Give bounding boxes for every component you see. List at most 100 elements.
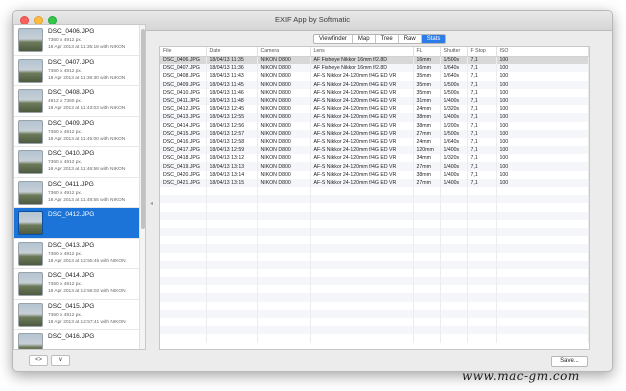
split-view-handle[interactable]: ◂	[150, 200, 153, 207]
thumbnail-item[interactable]: DSC_0416.JPG	[14, 330, 140, 349]
table-cell	[257, 236, 311, 245]
table-cell	[160, 244, 207, 253]
table-cell	[160, 236, 207, 245]
thumbnail-item[interactable]: DSC_0412.JPG	[14, 208, 140, 239]
photo-thumbnail	[18, 211, 43, 235]
thumbnail-item[interactable]: DSC_0414.JPG 7360 x 4912 px. 18 Apr 2013 a…	[14, 269, 140, 300]
column-header[interactable]: Date	[206, 47, 258, 57]
save-button[interactable]: Save...	[551, 356, 588, 367]
column-header[interactable]: File	[160, 47, 207, 57]
sort-menu-button[interactable]: ∨	[51, 355, 70, 366]
thumbnail-item[interactable]: DSC_0409.JPG 7360 x 4912 px. 18 Apr 2013 a…	[14, 117, 140, 147]
window-title: EXIF App by Softmatic	[274, 15, 351, 24]
table-cell: AF Fisheye Nikkor 16mm f/2.8D	[310, 64, 414, 73]
tab-map[interactable]: Map	[353, 35, 376, 43]
table-row[interactable]: DSC_0418.JPG 18/04/13 13:12 NIKON D800 AF-S…	[160, 154, 589, 163]
table-cell: NIKON D800	[257, 96, 311, 106]
table-cell	[413, 260, 441, 269]
watermark: www.mac-gm.com	[462, 369, 580, 383]
table-row[interactable]: DSC_0411.JPG 18/04/13 11:48 NIKON D800 AF-S…	[160, 96, 589, 106]
table-cell	[467, 301, 497, 310]
table-row[interactable]: DSC_0409.JPG 18/04/13 11:45 NIKON D800 AF-S…	[160, 80, 589, 89]
table-cell	[467, 309, 497, 318]
table-cell: 1/200s	[440, 121, 468, 130]
thumbnail-filename: DSC_0411.JPG	[48, 180, 94, 188]
table-cell: 24mm	[413, 137, 441, 147]
table-cell: 1/400s	[440, 113, 468, 122]
table-row[interactable]: DSC_0408.JPG 18/04/13 11:43 NIKON D800 AF-S…	[160, 72, 589, 81]
table-cell: 18/04/13 13:12	[206, 154, 258, 163]
thumbnail-item[interactable]: DSC_0406.JPG 7360 x 4912 px. 18 Apr 2013 a…	[14, 25, 140, 56]
table-cell	[257, 285, 311, 294]
thumbnail-item[interactable]: DSC_0408.JPG 4912 x 7360 px. 18 Apr 2013 a…	[14, 86, 140, 117]
table-cell	[257, 260, 311, 269]
table-cell	[160, 293, 207, 302]
table-row[interactable]: DSC_0419.JPG 18/04/13 13:13 NIKON D800 AF-S…	[160, 162, 589, 171]
table-row[interactable]: DSC_0412.JPG 18/04/13 12:45 NIKON D800 AF-S…	[160, 105, 589, 114]
thumbnail-item[interactable]: DSC_0410.JPG 7360 x 4912 px. 18 Apr 2013 a…	[14, 147, 140, 178]
table-cell	[413, 195, 441, 204]
table-cell: 18/04/13 13:13	[206, 162, 258, 171]
table-cell: 7,1	[467, 146, 497, 155]
thumbnail-dimensions: 4912 x 7360 px.	[48, 99, 83, 104]
thumbnail-date: 18 Apr 2013 at 12:56:02 with NIKON	[48, 289, 126, 294]
table-cell	[257, 244, 311, 253]
table-cell: 18/04/13 11:43	[206, 72, 258, 81]
table-cell: DSC_0414.JPG	[160, 121, 207, 130]
table-cell	[257, 309, 311, 318]
thumbnail-item[interactable]: DSC_0413.JPG 7360 x 4912 px. 18 Apr 2013 a…	[14, 239, 140, 269]
tab-stats[interactable]: Stats	[421, 35, 446, 43]
table-cell	[467, 285, 497, 294]
column-header[interactable]: F Stop	[467, 47, 497, 57]
column-header[interactable]: FL	[413, 47, 441, 57]
table-cell: 16mm	[413, 56, 441, 65]
table-cell	[206, 268, 258, 278]
table-cell: 1/640s	[440, 64, 468, 73]
table-row[interactable]: DSC_0413.JPG 18/04/13 12:55 NIKON D800 AF-S…	[160, 113, 589, 122]
table-cell	[257, 252, 311, 261]
thumbnail-item[interactable]: DSC_0411.JPG 7360 x 4912 px. 18 Apr 2013 a…	[14, 178, 140, 208]
sidebar-scroll-thumb[interactable]	[141, 29, 145, 229]
thumbnail-item[interactable]: DSC_0415.JPG 7360 x 4912 px. 18 Apr 2013 a…	[14, 300, 140, 330]
tab-viewfinder[interactable]: Viewfinder	[314, 35, 353, 43]
table-row[interactable]: DSC_0415.JPG 18/04/13 12:57 NIKON D800 AF-S…	[160, 129, 589, 138]
table-row[interactable]: DSC_0420.JPG 18/04/13 13:14 NIKON D800 AF-S…	[160, 170, 589, 179]
column-header[interactable]: ISO	[496, 47, 589, 57]
thumbnail-item[interactable]: DSC_0407.JPG 7360 x 4912 px. 18 Apr 2013 a…	[14, 56, 140, 86]
table-cell	[160, 203, 207, 212]
column-header[interactable]: Lens	[310, 47, 414, 57]
table-row[interactable]: DSC_0406.JPG 18/04/13 11:35 NIKON D800 AF F…	[160, 56, 589, 65]
table-cell	[496, 293, 589, 302]
photo-thumbnail	[18, 150, 43, 174]
column-header[interactable]: Camera	[257, 47, 311, 57]
table-cell: 100	[496, 129, 589, 138]
photo-thumbnail	[18, 89, 43, 113]
table-cell: 18/04/13 12:57	[206, 129, 258, 138]
table-cell: AF-S Nikkor 24-120mm f/4G ED VR	[310, 105, 414, 114]
table-row[interactable]: DSC_0407.JPG 18/04/13 11:36 NIKON D800 AF F…	[160, 64, 589, 73]
table-row[interactable]: DSC_0410.JPG 18/04/13 11:46 NIKON D800 AF-S…	[160, 88, 589, 97]
table-cell	[413, 252, 441, 261]
table-cell: DSC_0421.JPG	[160, 178, 207, 187]
table-cell	[440, 203, 468, 212]
empty-table-row	[160, 227, 589, 237]
toggle-view-button[interactable]: <>	[29, 355, 48, 366]
table-cell: DSC_0420.JPG	[160, 170, 207, 179]
table-cell: AF-S Nikkor 24-120mm f/4G ED VR	[310, 72, 414, 81]
table-cell: DSC_0408.JPG	[160, 72, 207, 81]
table-cell	[413, 187, 441, 196]
table-row[interactable]: DSC_0421.JPG 18/04/13 13:15 NIKON D800 AF-S…	[160, 178, 589, 187]
tab-tree[interactable]: Tree	[376, 35, 399, 43]
table-cell	[440, 252, 468, 261]
thumbnail-sidebar[interactable]: DSC_0406.JPG 7360 x 4912 px. 18 Apr 2013 a…	[13, 24, 146, 350]
sidebar-scrollbar[interactable]	[139, 25, 145, 349]
table-cell: AF-S Nikkor 24-120mm f/4G ED VR	[310, 178, 414, 187]
photo-thumbnail	[18, 302, 43, 327]
column-header[interactable]: Shutter	[440, 47, 468, 57]
table-cell: NIKON D800	[257, 80, 311, 89]
table-row[interactable]: DSC_0417.JPG 18/04/13 12:59 NIKON D800 AF-S…	[160, 146, 589, 155]
table-row[interactable]: DSC_0414.JPG 18/04/13 12:56 NIKON D800 AF-S…	[160, 121, 589, 130]
tab-raw[interactable]: Raw	[399, 35, 422, 43]
table-row[interactable]: DSC_0416.JPG 18/04/13 12:58 NIKON D800 AF-S…	[160, 137, 589, 147]
table-cell	[310, 203, 414, 212]
